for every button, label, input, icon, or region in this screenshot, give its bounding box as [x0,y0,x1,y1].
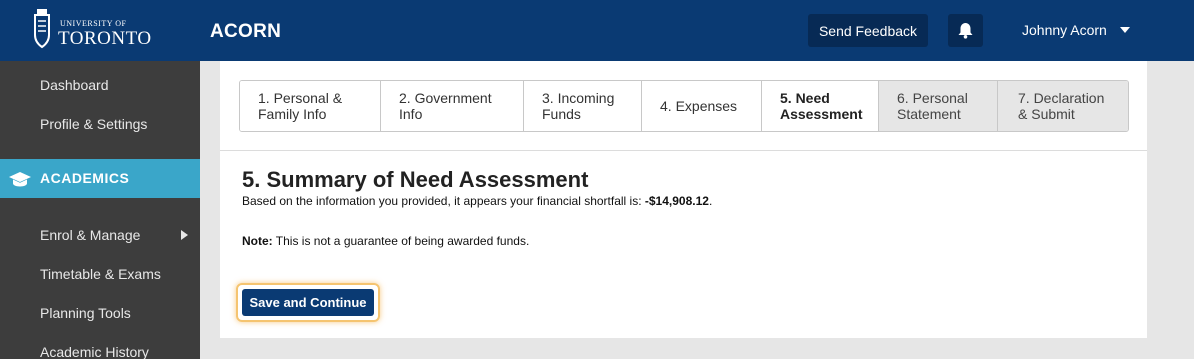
step-label: 7. Declaration [1018,90,1105,106]
step-tab-4[interactable]: 4. Expenses [642,81,762,131]
app-title: ACORN [210,21,282,42]
step-tab-6: 6. Personal Statement [879,81,998,131]
shortfall-amount: -$14,908.12 [644,194,709,208]
step-label: 2. Government [399,90,492,106]
sidebar-item-label: Planning Tools [40,305,131,321]
logo-big-text: TORONTO [58,28,152,49]
divider [220,150,1147,151]
note-text: This is not a guarantee of being awarded… [272,234,530,248]
sidebar-item-label: Enrol & Manage [40,227,141,243]
sidebar-item-label: Dashboard [40,77,109,93]
step-label: 4. Expenses [660,98,738,114]
user-menu[interactable]: Johnny Acorn [1022,22,1107,38]
step-tabs: 1. Personal & Family Info 2. Government … [239,80,1129,132]
top-bar: UNIVERSITY OF TORONTO ACORN Send Feedbac… [0,0,1194,61]
crest-icon [34,9,50,49]
step-label: 5. Need [780,90,830,106]
step-label: Funds [542,106,581,122]
caret-down-icon[interactable] [1120,27,1130,33]
sidebar-item-profile-settings[interactable]: Profile & Settings [0,105,200,143]
note-label: Note: [242,234,273,248]
send-feedback-button[interactable]: Send Feedback [808,14,928,47]
sidebar-item-enrol-manage[interactable]: Enrol & Manage [0,216,200,254]
step-tab-2[interactable]: 2. Government Info [381,81,524,131]
step-label: Info [399,106,423,122]
sidebar-item-timetable-exams[interactable]: Timetable & Exams [0,255,200,293]
sidebar-item-planning-tools[interactable]: Planning Tools [0,294,200,332]
shortfall-summary: Based on the information you provided, i… [242,194,712,208]
logo-small-text: UNIVERSITY OF [60,19,127,28]
summary-suffix: . [708,194,713,208]
sidebar-item-label: Profile & Settings [40,116,148,132]
main-panel: 1. Personal & Family Info 2. Government … [220,61,1147,338]
step-tab-3[interactable]: 3. Incoming Funds [524,81,642,131]
university-logo[interactable]: UNIVERSITY OF TORONTO [30,7,155,53]
sidebar: Dashboard Profile & Settings ACADEMICS E… [0,61,200,359]
step-label: Assessment [780,106,863,122]
save-and-continue-button[interactable]: Save and Continue [242,289,374,316]
sidebar-item-academic-history[interactable]: Academic History [0,333,200,359]
notifications-button[interactable] [948,14,983,47]
sidebar-item-label: Timetable & Exams [40,266,161,282]
chevron-right-icon [181,230,188,240]
step-tab-1[interactable]: 1. Personal & Family Info [240,81,381,131]
bell-icon [958,23,973,39]
save-focus-ring: Save and Continue [236,283,380,322]
step-tab-5[interactable]: 5. Need Assessment [762,81,879,131]
step-label: Family Info [258,106,327,122]
step-label: Statement [897,106,961,122]
sidebar-item-dashboard[interactable]: Dashboard [0,66,200,104]
step-label: & Submit [1018,106,1075,122]
summary-prefix: Based on the information you provided, i… [242,194,645,208]
sidebar-section-academics[interactable]: ACADEMICS [0,159,200,198]
step-label: 6. Personal [897,90,968,106]
disclaimer-note: Note: This is not a guarantee of being a… [242,234,529,248]
sidebar-item-label: ACADEMICS [40,170,130,186]
step-label: 3. Incoming [542,90,615,106]
graduation-cap-icon [9,172,31,187]
step-label: 1. Personal & [258,90,343,106]
sidebar-item-label: Academic History [40,344,149,359]
page-title: 5. Summary of Need Assessment [242,167,589,192]
step-tab-7: 7. Declaration & Submit [998,81,1128,131]
